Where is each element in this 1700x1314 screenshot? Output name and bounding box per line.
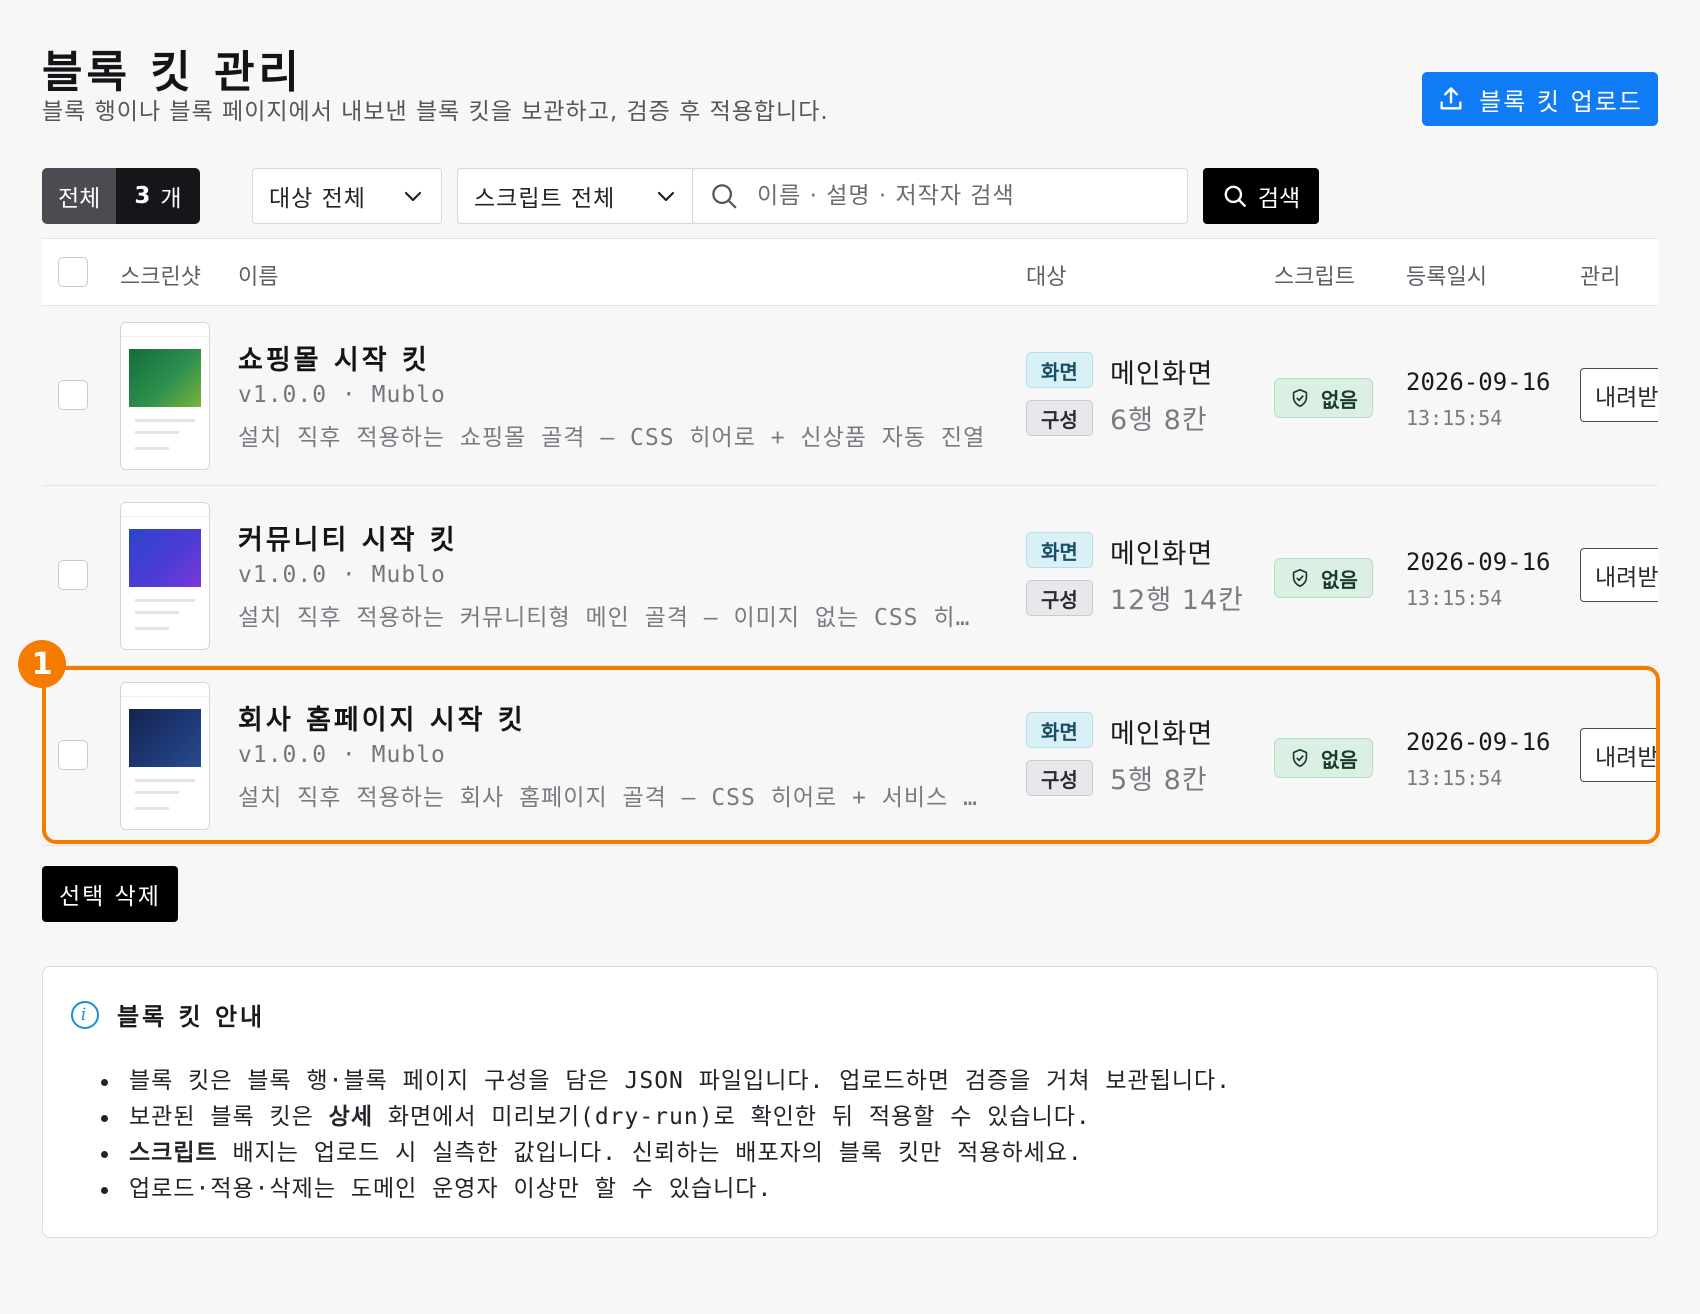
info-item: 업로드·적용·삭제는 도메인 운영자 이상만 할 수 있습니다. xyxy=(99,1171,1231,1207)
composition-value: 5행 8칸 xyxy=(1110,765,1208,796)
script-status-badge: 없음 xyxy=(1274,738,1373,778)
total-count-pill: 전체 3 개 xyxy=(42,168,200,224)
search-input[interactable] xyxy=(757,183,1157,209)
upload-button[interactable]: 블록 킷 업로드 xyxy=(1422,72,1658,126)
table-row: 회사 홈페이지 시작 킷 v1.0.0 · Mublo 설치 직후 적용하는 회… xyxy=(42,666,1658,846)
count-value-wrap: 3 개 xyxy=(116,168,200,224)
kit-name[interactable]: 커뮤니티 시작 킷 xyxy=(238,518,458,557)
target-value: 메인화면 xyxy=(1110,539,1214,570)
search-button[interactable]: 검색 xyxy=(1203,168,1319,224)
row-checkbox[interactable] xyxy=(58,380,88,410)
target-type-badge: 화면 xyxy=(1026,712,1093,748)
count-label: 전체 xyxy=(42,168,117,224)
composition-value: 12행 14칸 xyxy=(1110,585,1244,616)
delete-selected-button[interactable]: 선택 삭제 xyxy=(42,866,178,922)
download-button[interactable]: 내려받기 xyxy=(1580,728,1658,782)
info-title: 블록 킷 안내 xyxy=(117,1003,266,1031)
shield-check-icon xyxy=(1292,388,1308,408)
kit-description: 설치 직후 적용하는 회사 홈페이지 골격 — CSS 히어로 + 서비스 소개 xyxy=(238,785,988,811)
column-manage: 관리 xyxy=(1580,265,1621,290)
target-filter-value: 대상 전체 xyxy=(269,186,366,212)
column-target: 대상 xyxy=(1026,265,1067,290)
count-value: 3 xyxy=(134,183,151,209)
script-status-label: 없음 xyxy=(1321,567,1358,592)
chevron-down-icon xyxy=(404,191,422,202)
registered-time: 13:15:54 xyxy=(1406,586,1503,610)
page-subtitle: 블록 행이나 블록 페이지에서 내보낸 블록 킷을 보관하고, 검증 후 적용합… xyxy=(42,99,829,125)
target-type-badge: 화면 xyxy=(1026,532,1093,568)
registered-date: 2026-09-16 xyxy=(1406,548,1551,576)
composition-badge: 구성 xyxy=(1026,760,1093,796)
info-list: 블록 킷은 블록 행·블록 페이지 구성을 담은 JSON 파일입니다. 업로드… xyxy=(99,1063,1231,1207)
row-checkbox[interactable] xyxy=(58,740,88,770)
composition-badge: 구성 xyxy=(1026,400,1093,436)
script-filter-value: 스크립트 전체 xyxy=(474,186,616,212)
info-header: i 블록 킷 안내 xyxy=(71,997,265,1032)
search-button-label: 검색 xyxy=(1257,186,1301,212)
column-registered: 등록일시 xyxy=(1406,265,1487,290)
upload-button-label: 블록 킷 업로드 xyxy=(1479,87,1643,116)
registered-time: 13:15:54 xyxy=(1406,406,1503,430)
column-screenshot: 스크린샷 xyxy=(120,265,201,290)
download-button[interactable]: 내려받기 xyxy=(1580,548,1658,602)
script-status-badge: 없음 xyxy=(1274,378,1373,418)
kit-version-author: v1.0.0 · Mublo xyxy=(238,382,446,408)
row-checkbox[interactable] xyxy=(58,560,88,590)
search-icon xyxy=(712,184,737,209)
page-title: 블록 킷 관리 xyxy=(42,47,304,98)
upload-icon xyxy=(1440,87,1462,110)
info-icon: i xyxy=(71,1000,99,1029)
kit-version-author: v1.0.0 · Mublo xyxy=(238,562,446,588)
kit-description: 설치 직후 적용하는 쇼핑몰 골격 — CSS 히어로 + 신상품 자동 진열 xyxy=(238,425,986,451)
select-all-checkbox[interactable] xyxy=(58,257,88,287)
composition-value: 6행 8칸 xyxy=(1110,405,1208,436)
table-row: 커뮤니티 시작 킷 v1.0.0 · Mublo 설치 직후 적용하는 커뮤니티… xyxy=(42,486,1658,666)
composition-badge: 구성 xyxy=(1026,580,1093,616)
shield-check-icon xyxy=(1292,568,1308,588)
column-name: 이름 xyxy=(238,265,279,290)
column-script: 스크립트 xyxy=(1274,265,1355,290)
info-panel: i 블록 킷 안내 블록 킷은 블록 행·블록 페이지 구성을 담은 JSON … xyxy=(42,966,1658,1238)
registered-time: 13:15:54 xyxy=(1406,766,1503,790)
kit-screenshot-thumbnail[interactable] xyxy=(120,502,210,650)
search-icon xyxy=(1224,185,1246,207)
target-value: 메인화면 xyxy=(1110,359,1214,390)
chevron-down-icon xyxy=(657,191,675,202)
target-type-badge: 화면 xyxy=(1026,352,1093,388)
search-box[interactable] xyxy=(692,168,1188,224)
script-status-badge: 없음 xyxy=(1274,558,1373,598)
script-status-label: 없음 xyxy=(1321,747,1358,772)
count-unit: 개 xyxy=(160,186,182,212)
table-row: 쇼핑몰 시작 킷 v1.0.0 · Mublo 설치 직후 적용하는 쇼핑몰 골… xyxy=(42,306,1658,486)
target-value: 메인화면 xyxy=(1110,719,1214,750)
kit-screenshot-thumbnail[interactable] xyxy=(120,682,210,830)
info-item: 블록 킷은 블록 행·블록 페이지 구성을 담은 JSON 파일입니다. 업로드… xyxy=(99,1063,1231,1099)
kit-name[interactable]: 쇼핑몰 시작 킷 xyxy=(238,338,430,377)
kit-version-author: v1.0.0 · Mublo xyxy=(238,742,446,768)
annotation-marker: 1 xyxy=(18,640,66,688)
kit-name[interactable]: 회사 홈페이지 시작 킷 xyxy=(238,698,526,737)
block-kit-table: 스크린샷 이름 대상 스크립트 등록일시 관리 쇼핑몰 시작 킷 v1.0.0 … xyxy=(42,238,1658,846)
script-filter-select[interactable]: 스크립트 전체 xyxy=(457,168,695,224)
shield-check-icon xyxy=(1292,748,1308,768)
kit-screenshot-thumbnail[interactable] xyxy=(120,322,210,470)
download-button[interactable]: 내려받기 xyxy=(1580,368,1658,422)
info-item: 스크립트 배지는 업로드 시 실측한 값입니다. 신뢰하는 배포자의 블록 킷만… xyxy=(99,1135,1231,1171)
table-header: 스크린샷 이름 대상 스크립트 등록일시 관리 xyxy=(42,238,1658,306)
kit-description: 설치 직후 적용하는 커뮤니티형 메인 골격 — 이미지 없는 CSS 히어로 xyxy=(238,605,988,631)
script-status-label: 없음 xyxy=(1321,387,1358,412)
info-item: 보관된 블록 킷은 상세 화면에서 미리보기(dry-run)로 확인한 뒤 적… xyxy=(99,1099,1231,1135)
target-filter-select[interactable]: 대상 전체 xyxy=(252,168,442,224)
registered-date: 2026-09-16 xyxy=(1406,728,1551,756)
registered-date: 2026-09-16 xyxy=(1406,368,1551,396)
